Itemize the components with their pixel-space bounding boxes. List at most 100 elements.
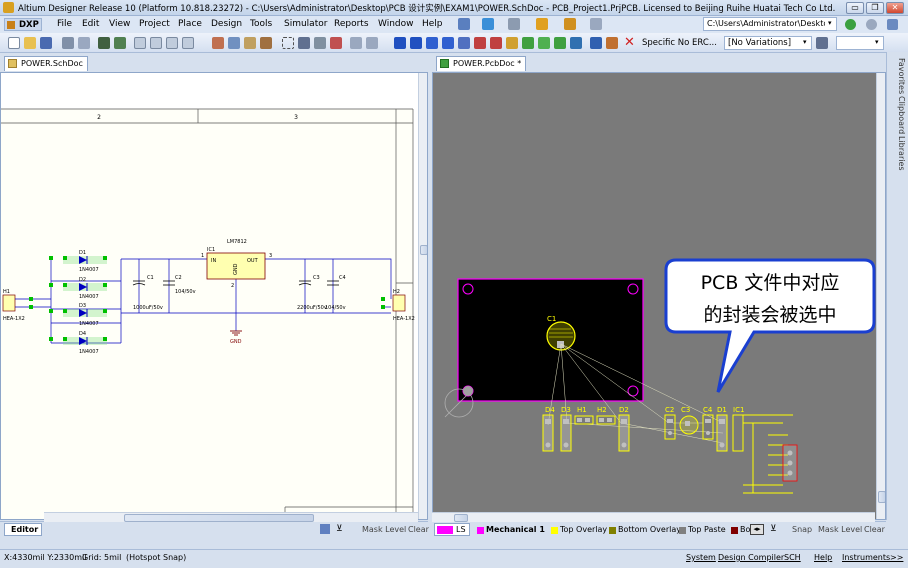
editor-tab[interactable]: Editor [4, 523, 42, 536]
dock-tab-favorites[interactable]: Favorites [890, 58, 906, 94]
part-icon[interactable] [506, 37, 518, 49]
ground-icon[interactable] [508, 18, 520, 30]
menu-view[interactable]: View [109, 19, 130, 29]
layer-tab-mechanical-1[interactable]: Mechanical 1 [476, 524, 545, 536]
open-folder-icon[interactable] [24, 37, 36, 49]
layer-scroll-icon[interactable]: ◂▸ [750, 524, 764, 535]
layer-tab-bottom-paste[interactable]: Bo [730, 524, 750, 536]
menu-simulator[interactable]: Simulator [284, 19, 327, 29]
layer-tab-top-overlay[interactable]: Top Overlay [550, 524, 607, 536]
zoom-selected-icon[interactable] [166, 37, 178, 49]
menu-help[interactable]: Help [422, 19, 443, 29]
schematic-editor[interactable]: 2 3 H1 HEA-1X2 H2 HEA-1X2 D1 1N4007 D2 1… [0, 72, 428, 520]
minimize-button[interactable]: ▭ [846, 2, 864, 14]
home-icon[interactable] [887, 19, 898, 30]
status-system-button[interactable]: System [686, 553, 716, 562]
menu-project[interactable]: Project [139, 19, 170, 29]
pcb-c2[interactable]: C2 [664, 406, 676, 440]
vcc-port-icon[interactable] [490, 37, 502, 49]
toolbar-combo[interactable]: ▾ [836, 36, 884, 50]
undo-icon[interactable] [350, 37, 362, 49]
port-output-icon[interactable] [606, 37, 618, 49]
pcb-d4[interactable]: D4 [542, 406, 555, 452]
port-icon[interactable] [564, 18, 576, 30]
clear-button[interactable]: Clear [864, 525, 885, 534]
layer-set-button[interactable]: LS [434, 523, 470, 536]
print-preview-icon[interactable] [78, 37, 90, 49]
schematic-horizontal-scrollbar[interactable] [44, 512, 418, 522]
mask-level-button[interactable]: Mask Level [818, 525, 862, 534]
bus-entry-icon[interactable] [442, 37, 454, 49]
schematic-canvas[interactable]: 2 3 H1 HEA-1X2 H2 HEA-1X2 D1 1N4007 D2 1… [1, 73, 428, 520]
grid-icon[interactable] [590, 18, 602, 30]
no-erc-icon[interactable]: ✕ [624, 35, 635, 50]
zoom-area-icon[interactable] [150, 37, 162, 49]
sheet-entry-icon[interactable] [538, 37, 550, 49]
variant-manager-icon[interactable] [816, 37, 828, 49]
paste-icon[interactable] [244, 37, 256, 49]
back-icon[interactable] [845, 19, 856, 30]
pcb-vertical-scrollbar[interactable] [876, 73, 885, 519]
mask-level-button[interactable]: Mask Level [362, 525, 406, 534]
save-icon[interactable] [40, 37, 52, 49]
sheet-symbol-icon[interactable] [522, 37, 534, 49]
select-area-icon[interactable] [282, 37, 294, 49]
tab-power-pcbdoc[interactable]: POWER.PcbDoc * [436, 56, 527, 71]
restore-button[interactable]: ❐ [866, 2, 884, 14]
move-icon[interactable] [298, 37, 310, 49]
gnd-port-icon[interactable] [474, 37, 486, 49]
dock-tab-clipboard[interactable]: Clipboard [890, 96, 906, 134]
snap-button[interactable]: Snap [792, 525, 812, 534]
filter-icon[interactable]: ⊻ [336, 524, 343, 534]
pcb-h2[interactable]: H2 [596, 406, 616, 425]
new-file-icon[interactable] [8, 37, 20, 49]
pcb-d1[interactable]: D1 [716, 406, 728, 452]
bus-icon[interactable] [410, 37, 422, 49]
layer-tab-top-paste[interactable]: Top Paste [678, 524, 726, 536]
pencil-icon[interactable] [320, 524, 330, 534]
scrollbar-thumb[interactable] [124, 514, 314, 522]
pcb-c4[interactable]: C4 [702, 406, 714, 440]
schematic-vertical-scrollbar[interactable] [418, 73, 427, 519]
menu-tools[interactable]: Tools [250, 19, 272, 29]
compile-icon[interactable] [458, 18, 470, 30]
status-more-button[interactable]: >> [890, 553, 903, 562]
scrollbar-thumb[interactable] [878, 491, 885, 503]
component-icon[interactable] [536, 18, 548, 30]
menu-file[interactable]: File [57, 19, 72, 29]
wire-icon[interactable] [394, 37, 406, 49]
pcb-c3[interactable]: C3 [679, 406, 699, 435]
pcb-h1[interactable]: H1 [574, 406, 594, 425]
variations-select[interactable]: [No Variations] ▾ [724, 36, 812, 50]
menu-reports[interactable]: Reports [334, 19, 369, 29]
menu-place[interactable]: Place [178, 19, 202, 29]
path-box[interactable]: C:\Users\Administrator\Desktop ▾ [703, 17, 837, 31]
status-instruments-button[interactable]: Instruments [842, 553, 890, 562]
cut-icon[interactable] [212, 37, 224, 49]
pcb-d3[interactable]: D3 [560, 406, 572, 452]
specific-no-erc-label[interactable]: Specific No ERC... [642, 38, 717, 48]
dock-tab-libraries[interactable]: Libraries [890, 136, 906, 171]
tab-power-schdoc[interactable]: POWER.SchDoc [4, 56, 88, 71]
dxp-menu[interactable]: DXP [4, 18, 42, 31]
port-place-icon[interactable] [590, 37, 602, 49]
rubber-stamp-icon[interactable] [260, 37, 272, 49]
clear-button[interactable]: Clear [408, 525, 429, 534]
close-button[interactable]: ✕ [886, 2, 904, 14]
route-icon[interactable] [482, 18, 494, 30]
status-design-compiler-button[interactable]: Design Compiler [718, 553, 784, 562]
net-label-icon[interactable] [458, 37, 470, 49]
deselect-icon[interactable] [314, 37, 326, 49]
menu-edit[interactable]: Edit [82, 19, 99, 29]
library-icon[interactable] [114, 37, 126, 49]
menu-design[interactable]: Design [211, 19, 242, 29]
layer-tab-bottom-overlay[interactable]: Bottom Overlay [608, 524, 681, 536]
pcb-ic1[interactable]: IC1 [732, 406, 798, 494]
status-help-button[interactable]: Help [814, 553, 832, 562]
scrollbar-thumb[interactable] [420, 245, 427, 255]
harness-connector-icon[interactable] [570, 37, 582, 49]
device-sheet-icon[interactable] [554, 37, 566, 49]
menu-window[interactable]: Window [378, 19, 414, 29]
zoom-fit-icon[interactable] [134, 37, 146, 49]
pcb-horizontal-scrollbar[interactable] [432, 512, 875, 522]
